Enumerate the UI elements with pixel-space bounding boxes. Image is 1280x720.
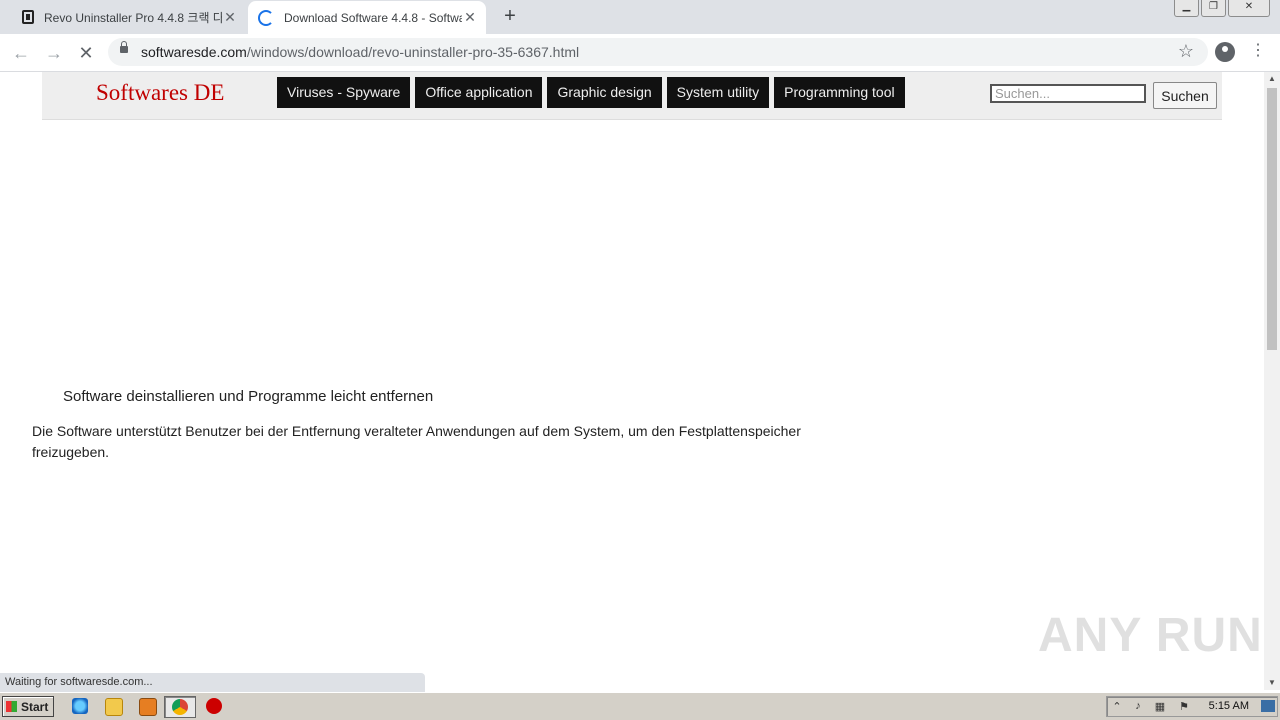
search-input[interactable] (990, 84, 1146, 103)
nav-system-utility[interactable]: System utility (666, 77, 770, 108)
browser-toolbar: ← → ✕ softwaresde.com/windows/download/r… (0, 34, 1280, 72)
url-text[interactable]: softwaresde.com/windows/download/revo-un… (141, 44, 579, 60)
stop-loading-button[interactable]: ✕ (75, 42, 97, 64)
window-controls: ▁ ❐ ✕ (1174, 0, 1270, 17)
page-viewport: Softwares DE Viruses - Spyware Office ap… (0, 72, 1264, 690)
page-description: Die Software unterstützt Benutzer bei de… (32, 423, 801, 460)
site-logo[interactable]: Softwares DE (96, 80, 224, 106)
new-tab-button[interactable]: + (500, 6, 520, 26)
status-bubble: Waiting for softwaresde.com... (0, 673, 425, 692)
url-host: softwaresde.com (141, 44, 247, 60)
tab-title: Download Software 4.4.8 - Softwares DE (284, 10, 462, 25)
scroll-down-arrow-icon[interactable]: ▼ (1264, 676, 1280, 690)
search-button[interactable]: Suchen (1153, 82, 1217, 109)
system-tray: ⌃ ♪ ▦ ⚑ 5:15 AM (1106, 696, 1278, 717)
close-tab-icon[interactable]: ✕ (222, 9, 238, 26)
media-player-icon[interactable] (139, 698, 157, 716)
nav-programming-tool[interactable]: Programming tool (774, 77, 905, 108)
page-subheading: Software deinstallieren und Programme le… (63, 388, 434, 405)
anyrun-watermark: ANY RUN (1038, 609, 1263, 662)
site-header: Softwares DE Viruses - Spyware Office ap… (42, 72, 1222, 120)
tab-download-software[interactable]: Download Software 4.4.8 - Softwares DE ✕ (248, 1, 486, 34)
close-window-button[interactable]: ✕ (1228, 0, 1270, 17)
page-scrollbar[interactable]: ▲ ▼ (1264, 72, 1280, 690)
show-desktop-icon[interactable] (1261, 700, 1275, 712)
file-explorer-icon[interactable] (105, 698, 123, 716)
start-button[interactable]: Start (2, 696, 54, 717)
scrollbar-thumb[interactable] (1267, 88, 1277, 350)
bookmark-star-icon[interactable]: ☆ (1178, 41, 1194, 62)
close-tab-icon[interactable]: ✕ (462, 9, 478, 26)
profile-avatar-icon[interactable] (1215, 42, 1235, 62)
loading-spinner-icon (258, 9, 274, 26)
chrome-taskbar-button[interactable] (164, 696, 196, 718)
minimize-button[interactable]: ▁ (1174, 0, 1199, 17)
action-center-flag-icon[interactable]: ⚑ (1177, 700, 1191, 713)
taskbar-clock[interactable]: 5:15 AM (1209, 700, 1249, 712)
restore-button[interactable]: ❐ (1201, 0, 1226, 17)
chrome-icon (172, 699, 188, 715)
scroll-up-arrow-icon[interactable]: ▲ (1264, 72, 1280, 86)
revo-favicon-icon (22, 10, 34, 24)
nav-graphic-design[interactable]: Graphic design (547, 77, 662, 108)
start-label: Start (21, 700, 49, 714)
category-nav: Viruses - Spyware Office application Gra… (277, 77, 905, 108)
lock-icon (120, 41, 128, 53)
show-hidden-icons-icon[interactable]: ⌃ (1110, 700, 1124, 713)
tab-strip: Revo Uninstaller Pro 4.4.8 크랙 다운로드 ✕ Dow… (0, 0, 1280, 34)
tab-revo-uninstaller[interactable]: Revo Uninstaller Pro 4.4.8 크랙 다운로드 ✕ (14, 0, 246, 34)
browser-menu-icon[interactable]: ⋮ (1250, 40, 1266, 60)
back-button[interactable]: ← (10, 42, 32, 64)
windows-logo-icon (6, 701, 17, 712)
url-path: /windows/download/revo-uninstaller-pro-3… (246, 44, 580, 60)
opera-icon[interactable] (206, 698, 222, 714)
volume-icon[interactable]: ♪ (1131, 700, 1145, 713)
internet-explorer-icon[interactable] (72, 698, 88, 714)
network-icon[interactable]: ▦ (1153, 700, 1167, 713)
windows-taskbar: Start ⌃ ♪ ▦ ⚑ 5:15 AM (0, 692, 1280, 720)
tab-title: Revo Uninstaller Pro 4.4.8 크랙 다운로드 (44, 10, 222, 25)
nav-viruses-spyware[interactable]: Viruses - Spyware (277, 77, 411, 108)
nav-office-application[interactable]: Office application (415, 77, 543, 108)
forward-button[interactable]: → (43, 42, 65, 64)
address-bar[interactable]: softwaresde.com/windows/download/revo-un… (108, 38, 1208, 66)
